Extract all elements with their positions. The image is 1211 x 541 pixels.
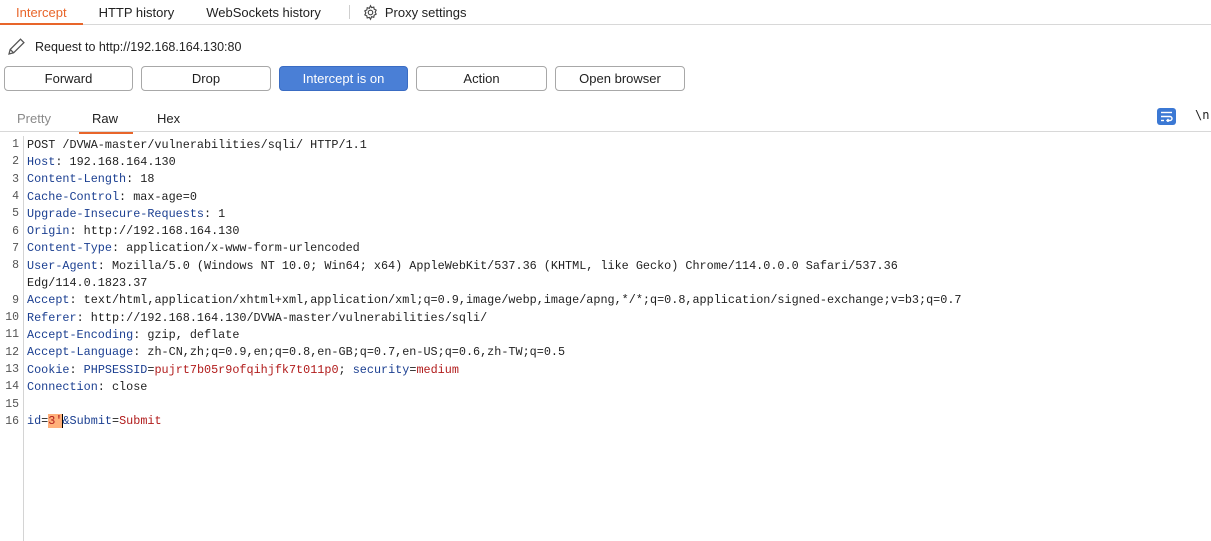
cookie-value: medium bbox=[416, 362, 459, 377]
line-number: 2 bbox=[12, 155, 19, 169]
pencil-icon[interactable] bbox=[6, 37, 27, 57]
header-value: 18 bbox=[140, 172, 155, 187]
request-target-label: Request to http://192.168.164.130:80 bbox=[35, 40, 242, 54]
tab-http-history-label: HTTP history bbox=[98, 4, 175, 20]
line-number: 8 bbox=[12, 259, 19, 273]
tab-http-history[interactable]: HTTP history bbox=[83, 0, 191, 24]
action-button[interactable]: Action bbox=[416, 66, 547, 91]
cookie-name: security bbox=[352, 362, 410, 377]
header-value: max-age=0 bbox=[133, 189, 197, 204]
header-value: http://192.168.164.130/DVWA-master/vulne… bbox=[90, 310, 488, 325]
param-value: Submit bbox=[119, 414, 162, 429]
line-number: 1 bbox=[12, 138, 19, 152]
line-number: 6 bbox=[12, 224, 19, 238]
header-name: Origin bbox=[27, 224, 70, 239]
request-target-line: Request to http://192.168.164.130:80 bbox=[6, 37, 241, 57]
intercept-toolbar: Forward Drop Intercept is on Action Open… bbox=[4, 66, 685, 91]
line-number: 13 bbox=[5, 363, 19, 377]
show-newlines-toggle[interactable]: \n bbox=[1195, 108, 1209, 122]
line-number: 9 bbox=[12, 293, 19, 307]
header-name: Accept-Language bbox=[27, 345, 134, 360]
header-name: Accept bbox=[27, 293, 70, 308]
proxy-tab-bar: Intercept HTTP history WebSockets histor… bbox=[0, 0, 1211, 25]
gear-icon bbox=[362, 4, 379, 21]
line-number: 16 bbox=[5, 414, 19, 428]
header-value: zh-CN,zh;q=0.9,en;q=0.8,en-GB;q=0.7,en-U… bbox=[147, 345, 566, 360]
header-name: Referer bbox=[27, 310, 77, 325]
word-wrap-icon[interactable] bbox=[1157, 108, 1176, 125]
line-number: 7 bbox=[12, 241, 19, 255]
header-name: Content-Length bbox=[27, 172, 127, 187]
header-name: Cookie bbox=[27, 362, 70, 377]
header-value: gzip, deflate bbox=[147, 327, 240, 342]
tab-divider bbox=[348, 5, 350, 19]
tab-proxy-settings-label: Proxy settings bbox=[384, 4, 467, 20]
header-value: http://192.168.164.130 bbox=[83, 224, 240, 239]
header-value: Mozilla/5.0 (Windows NT 10.0; Win64; x64… bbox=[111, 258, 898, 273]
header-value: 192.168.164.130 bbox=[69, 154, 176, 169]
forward-button[interactable]: Forward bbox=[4, 66, 133, 91]
header-name: Accept-Encoding bbox=[27, 327, 134, 342]
header-name: Upgrade-Insecure-Requests bbox=[27, 206, 204, 221]
editor-view-tabs: Pretty Raw Hex bbox=[0, 105, 1211, 134]
header-value-continued: Edg/114.0.1823.37 bbox=[27, 276, 148, 291]
tab-websockets-history[interactable]: WebSockets history bbox=[190, 0, 337, 24]
request-line: POST /DVWA-master/vulnerabilities/sqli/ … bbox=[27, 137, 367, 152]
line-number: 15 bbox=[5, 397, 19, 411]
cookie-value: pujrt7b05r9ofqihjfk7t011p0 bbox=[154, 362, 339, 377]
drop-button[interactable]: Drop bbox=[141, 66, 271, 91]
header-name: Connection bbox=[27, 379, 98, 394]
tab-hex[interactable]: Hex bbox=[157, 111, 180, 126]
line-number: 11 bbox=[5, 328, 19, 342]
header-value: close bbox=[111, 379, 148, 394]
open-browser-button[interactable]: Open browser bbox=[555, 66, 685, 91]
header-value: text/html,application/xhtml+xml,applicat… bbox=[83, 293, 962, 308]
tab-websockets-history-label: WebSockets history bbox=[206, 4, 321, 20]
intercept-toggle-button[interactable]: Intercept is on bbox=[279, 66, 408, 91]
tab-intercept-label: Intercept bbox=[16, 4, 67, 20]
header-name: User-Agent bbox=[27, 258, 98, 273]
tab-raw[interactable]: Raw bbox=[78, 111, 134, 134]
header-value: application/x-www-form-urlencoded bbox=[126, 241, 360, 256]
line-number: 3 bbox=[12, 172, 19, 186]
param-value-highlighted: 3' bbox=[48, 414, 63, 429]
header-name: Content-Type bbox=[27, 241, 112, 256]
param-name: &Submit bbox=[62, 414, 112, 429]
tab-proxy-settings[interactable]: Proxy settings bbox=[360, 0, 483, 24]
raw-request-editor[interactable]: 1 POST /DVWA-master/vulnerabilities/sqli… bbox=[0, 136, 1211, 541]
header-name: Cache-Control bbox=[27, 189, 120, 204]
tab-intercept[interactable]: Intercept bbox=[0, 0, 83, 25]
line-number: 10 bbox=[5, 311, 19, 325]
cookie-name: PHPSESSID bbox=[83, 362, 148, 377]
header-value: 1 bbox=[218, 206, 226, 221]
param-name: id bbox=[27, 414, 42, 429]
line-number: 14 bbox=[5, 380, 19, 394]
header-name: Host bbox=[27, 154, 56, 169]
line-number: 12 bbox=[5, 345, 19, 359]
line-number: 4 bbox=[12, 190, 19, 204]
tab-pretty[interactable]: Pretty bbox=[17, 111, 51, 126]
line-number: 5 bbox=[12, 207, 19, 221]
